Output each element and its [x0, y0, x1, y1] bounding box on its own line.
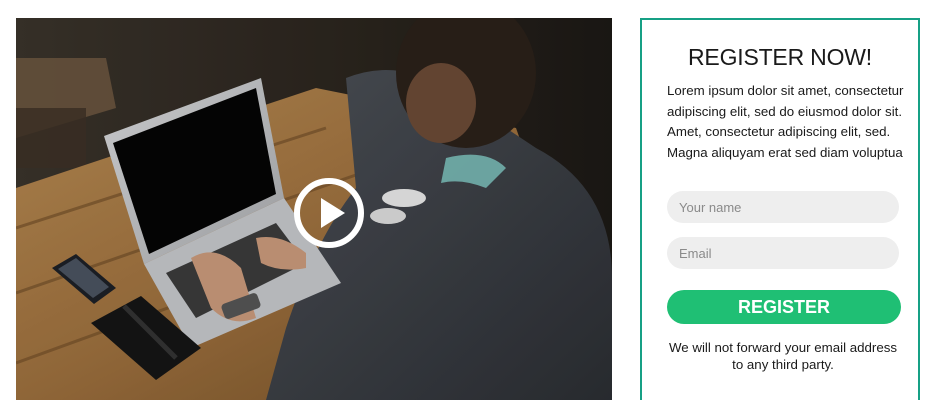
register-title: REGISTER NOW!: [688, 44, 872, 70]
register-button[interactable]: REGISTER: [667, 290, 901, 324]
email-field[interactable]: [667, 237, 899, 269]
name-field[interactable]: [667, 191, 899, 223]
privacy-note: We will not forward your email address t…: [668, 340, 898, 372]
play-circle-icon[interactable]: [292, 176, 366, 250]
register-description: Lorem ipsum dolor sit amet, consectetur …: [667, 83, 904, 160]
register-panel: REGISTER NOW! Lorem ipsum dolor sit amet…: [640, 18, 920, 400]
video-player[interactable]: [16, 18, 612, 400]
